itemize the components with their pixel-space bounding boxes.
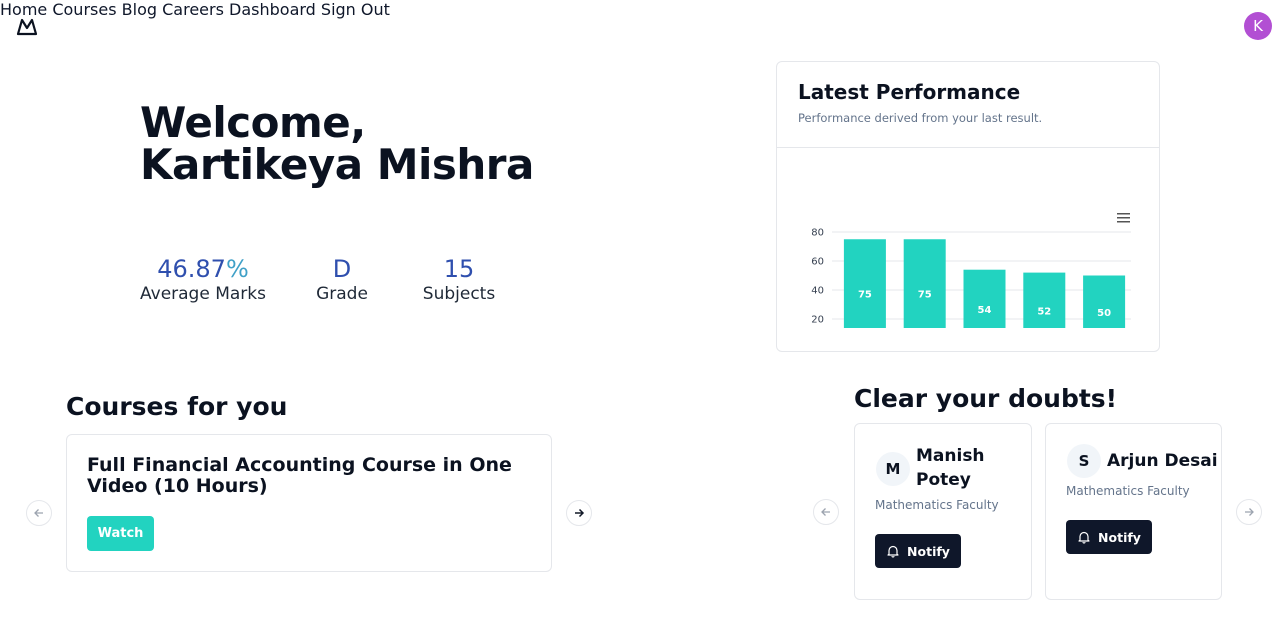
average-marks-value: 46.87 <box>157 255 226 283</box>
nav-blog-link[interactable]: Blog <box>122 0 157 19</box>
arrow-left-icon <box>821 508 830 516</box>
bar-pol[interactable] <box>903 239 946 328</box>
bar-ent[interactable] <box>1023 272 1066 328</box>
course-title: Full Financial Accounting Course in One … <box>87 454 512 497</box>
nav-sign-out-link[interactable]: Sign Out <box>321 0 390 19</box>
nav-dashboard-link[interactable]: Dashboard <box>229 0 316 19</box>
notify-button[interactable]: Notify <box>875 534 961 568</box>
faculty-name: Manish Potey <box>916 446 985 490</box>
doubts-next-button[interactable] <box>1236 499 1262 525</box>
courses-section-title: Courses for you <box>66 392 288 421</box>
stat-grade: D Grade <box>312 256 372 304</box>
notify-button[interactable]: Notify <box>1066 520 1152 554</box>
top-nav: Home Courses Blog Careers Dashboard Sign… <box>0 0 1280 40</box>
data-label: 50 <box>1097 308 1111 319</box>
faculty-name: Arjun Desai <box>1107 451 1218 471</box>
nav-careers-link[interactable]: Careers <box>162 0 224 19</box>
faculty-avatar: M <box>876 452 910 486</box>
y-tick-label: 40 <box>811 286 824 297</box>
course-card: Full Financial Accounting Course in One … <box>66 434 552 572</box>
bell-icon <box>1078 531 1090 544</box>
y-tick-label: 80 <box>811 228 824 239</box>
logo-icon[interactable] <box>16 18 38 36</box>
bell-icon <box>887 545 899 558</box>
data-label: 75 <box>858 290 872 301</box>
arrow-right-icon <box>575 508 585 518</box>
data-label: 54 <box>978 305 992 316</box>
welcome-line: Welcome, <box>140 98 366 147</box>
data-label: 52 <box>1037 306 1051 317</box>
nav-home-link[interactable]: Home <box>0 0 47 19</box>
subjects-label: Subjects <box>422 284 496 304</box>
notify-label: Notify <box>907 543 950 559</box>
y-tick-label: 60 <box>811 257 824 268</box>
user-avatar[interactable]: K <box>1244 12 1272 40</box>
subjects-value: 15 <box>443 255 475 283</box>
data-label: 75 <box>918 290 932 301</box>
faculty-role: Mathematics Faculty <box>1066 484 1190 498</box>
courses-next-button[interactable] <box>566 500 592 526</box>
faculty-card: S Arjun Desai Mathematics Faculty Notify <box>1045 423 1222 600</box>
faculty-role: Mathematics Faculty <box>875 498 999 512</box>
faculty-card: M Manish Potey Mathematics Faculty Notif… <box>854 423 1032 600</box>
performance-card: Latest Performance Performance derived f… <box>776 61 1160 352</box>
notify-label: Notify <box>1098 529 1141 545</box>
average-marks-label: Average Marks <box>140 284 266 304</box>
arrow-right-icon <box>1245 508 1254 516</box>
arrow-left-icon <box>34 509 43 517</box>
bar-cos[interactable] <box>963 269 1006 328</box>
chart-menu-icon[interactable] <box>1117 213 1130 223</box>
stat-subjects: 15 Subjects <box>420 256 498 304</box>
faculty-avatar: S <box>1067 444 1101 478</box>
performance-subtitle: Performance derived from your last resul… <box>798 111 1043 125</box>
percent-sign: % <box>225 255 249 283</box>
grade-label: Grade <box>316 284 368 304</box>
performance-title: Latest Performance <box>798 80 1021 104</box>
grade-value: D <box>332 255 352 283</box>
performance-chart: 02040608075COM75POL54COS52ENT50BUS <box>811 213 1131 329</box>
welcome-heading: Welcome, Kartikeya Mishra <box>140 102 534 186</box>
bar-com[interactable] <box>843 239 886 328</box>
doubts-prev-button[interactable] <box>813 499 839 525</box>
user-name: Kartikeya Mishra <box>140 140 534 189</box>
doubts-section-title: Clear your doubts! <box>854 384 1118 413</box>
y-tick-label: 20 <box>811 315 824 326</box>
nav-courses-link[interactable]: Courses <box>52 0 116 19</box>
bar-bus[interactable] <box>1083 275 1126 329</box>
watch-button[interactable]: Watch <box>87 516 154 551</box>
courses-prev-button[interactable] <box>26 500 52 526</box>
stat-average-marks: 46.87% Average Marks <box>140 256 266 304</box>
